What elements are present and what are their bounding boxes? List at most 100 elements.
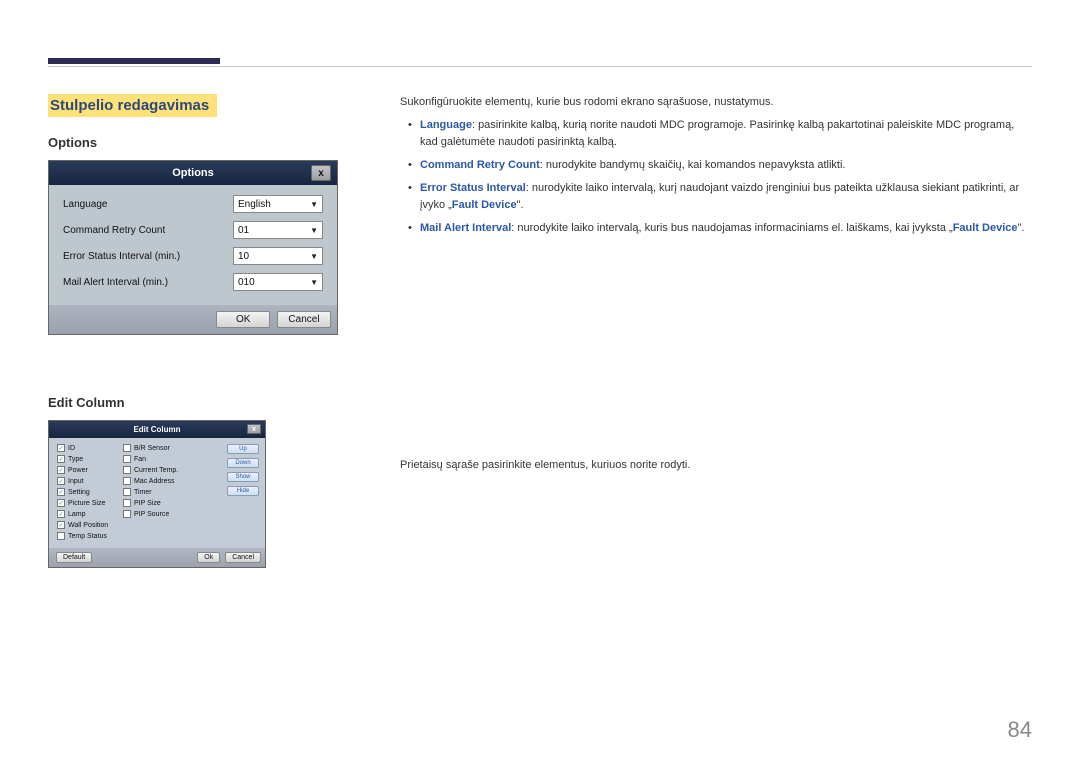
show-button[interactable]: Show [227, 472, 259, 482]
options-dialog: Options x Language English ▼ Command Ret… [48, 160, 338, 335]
options-dialog-titlebar: Options x [49, 161, 337, 185]
option-row-retry: Command Retry Count 01 ▼ [63, 221, 323, 239]
checkbox-icon[interactable] [123, 510, 131, 518]
close-icon[interactable]: x [247, 424, 261, 434]
list-item: Language: pasirinkite kalbą, kurią norit… [408, 117, 1032, 151]
term-mail: Mail Alert Interval [420, 222, 511, 234]
term-retry: Command Retry Count [420, 159, 540, 171]
checkbox-icon[interactable] [123, 499, 131, 507]
checkbox-row[interactable]: Power [57, 466, 119, 474]
desc-text: : nurodykite laiko intervalą, kuris bus … [511, 222, 952, 234]
intro-text: Sukonfigūruokite elementų, kurie bus rod… [400, 94, 1032, 111]
options-heading: Options [48, 135, 338, 150]
checkbox-icon[interactable] [57, 455, 65, 463]
edit-column-title: Edit Column [133, 425, 180, 434]
cancel-button[interactable]: Cancel [277, 311, 331, 328]
checkbox-label: Setting [68, 489, 90, 496]
checkbox-icon[interactable] [57, 466, 65, 474]
checkbox-row[interactable]: Mac Address [123, 477, 185, 485]
close-icon[interactable]: x [311, 165, 331, 181]
checkbox-label: Type [68, 456, 83, 463]
checkbox-icon[interactable] [57, 510, 65, 518]
hide-button[interactable]: Hide [227, 486, 259, 496]
checkbox-icon[interactable] [123, 488, 131, 496]
list-item: Error Status Interval: nurodykite laiko … [408, 180, 1032, 214]
retry-select[interactable]: 01 ▼ [233, 221, 323, 239]
checkbox-label: Fan [134, 456, 146, 463]
checkbox-row[interactable]: PIP Source [123, 510, 185, 518]
checkbox-row[interactable]: Picture Size [57, 499, 119, 507]
checkbox-label: Input [68, 478, 84, 485]
option-label: Error Status Interval (min.) [63, 251, 233, 262]
mail-value: 010 [238, 277, 255, 288]
checkbox-icon[interactable] [123, 466, 131, 474]
left-column: Stulpelio redagavimas Options Options x … [48, 94, 338, 568]
down-button[interactable]: Down [227, 458, 259, 468]
desc-text: ". [517, 199, 524, 211]
chevron-down-icon: ▼ [310, 200, 318, 209]
edit-column-description: Prietaisų sąraše pasirinkite elementus, … [400, 457, 1032, 474]
options-dialog-footer: OK Cancel [49, 305, 337, 334]
edit-column-body: ID Type Power Input Setting Picture Size Lamp W… [49, 438, 265, 548]
edit-column-list-2: B/R Sensor Fan Current Temp. Mac Address Tim… [123, 444, 185, 546]
desc-text: : pasirinkite kalbą, kurią norite naudot… [420, 119, 1014, 148]
checkbox-label: Temp Status [68, 533, 107, 540]
language-select[interactable]: English ▼ [233, 195, 323, 213]
checkbox-row[interactable]: Input [57, 477, 119, 485]
desc-text: : nurodykite bandymų skaičių, kai komand… [540, 159, 846, 171]
checkbox-icon[interactable] [57, 499, 65, 507]
option-label: Command Retry Count [63, 225, 233, 236]
ok-button[interactable]: Ok [197, 552, 220, 563]
checkbox-label: PIP Size [134, 500, 161, 507]
checkbox-label: Lamp [68, 511, 86, 518]
checkbox-label: PIP Source [134, 511, 169, 518]
checkbox-row[interactable]: Current Temp. [123, 466, 185, 474]
edit-column-footer: Default Ok Cancel [49, 548, 265, 567]
checkbox-icon[interactable] [57, 488, 65, 496]
checkbox-row[interactable]: Wall Position [57, 521, 119, 529]
checkbox-label: Wall Position [68, 522, 108, 529]
cancel-button[interactable]: Cancel [225, 552, 261, 563]
edit-column-titlebar: Edit Column x [49, 421, 265, 438]
options-description-list: Language: pasirinkite kalbą, kurią norit… [400, 117, 1032, 237]
checkbox-icon[interactable] [123, 455, 131, 463]
default-button[interactable]: Default [56, 552, 92, 563]
up-button[interactable]: Up [227, 444, 259, 454]
checkbox-row[interactable]: PIP Size [123, 499, 185, 507]
list-item: Command Retry Count: nurodykite bandymų … [408, 157, 1032, 174]
checkbox-icon[interactable] [123, 477, 131, 485]
checkbox-row[interactable]: Setting [57, 488, 119, 496]
options-dialog-body: Language English ▼ Command Retry Count 0… [49, 185, 337, 305]
error-select[interactable]: 10 ▼ [233, 247, 323, 265]
checkbox-icon[interactable] [57, 521, 65, 529]
checkbox-icon[interactable] [57, 477, 65, 485]
checkbox-row[interactable]: ID [57, 444, 119, 452]
checkbox-row[interactable]: B/R Sensor [123, 444, 185, 452]
checkbox-row[interactable]: Fan [123, 455, 185, 463]
header-accent-bar [48, 58, 220, 64]
page-body: Stulpelio redagavimas Options Options x … [48, 94, 1032, 568]
checkbox-label: B/R Sensor [134, 445, 170, 452]
header-divider [48, 66, 1032, 67]
checkbox-row[interactable]: Timer [123, 488, 185, 496]
option-label: Mail Alert Interval (min.) [63, 277, 233, 288]
option-label: Language [63, 199, 233, 210]
checkbox-row[interactable]: Type [57, 455, 119, 463]
checkbox-row[interactable]: Lamp [57, 510, 119, 518]
edit-column-heading: Edit Column [48, 395, 338, 410]
checkbox-icon[interactable] [123, 444, 131, 452]
retry-value: 01 [238, 225, 249, 236]
checkbox-icon[interactable] [57, 532, 65, 540]
checkbox-label: Mac Address [134, 478, 174, 485]
option-row-error: Error Status Interval (min.) 10 ▼ [63, 247, 323, 265]
term-error: Error Status Interval [420, 182, 526, 194]
section-title: Stulpelio redagavimas [48, 94, 217, 117]
page-number: 84 [1008, 717, 1032, 743]
checkbox-icon[interactable] [57, 444, 65, 452]
term-language: Language [420, 119, 472, 131]
mail-select[interactable]: 010 ▼ [233, 273, 323, 291]
edit-column-list-1: ID Type Power Input Setting Picture Size Lamp W… [57, 444, 119, 546]
ok-button[interactable]: OK [216, 311, 270, 328]
checkbox-row[interactable]: Temp Status [57, 532, 119, 540]
fault-device-term: Fault Device [452, 199, 517, 211]
